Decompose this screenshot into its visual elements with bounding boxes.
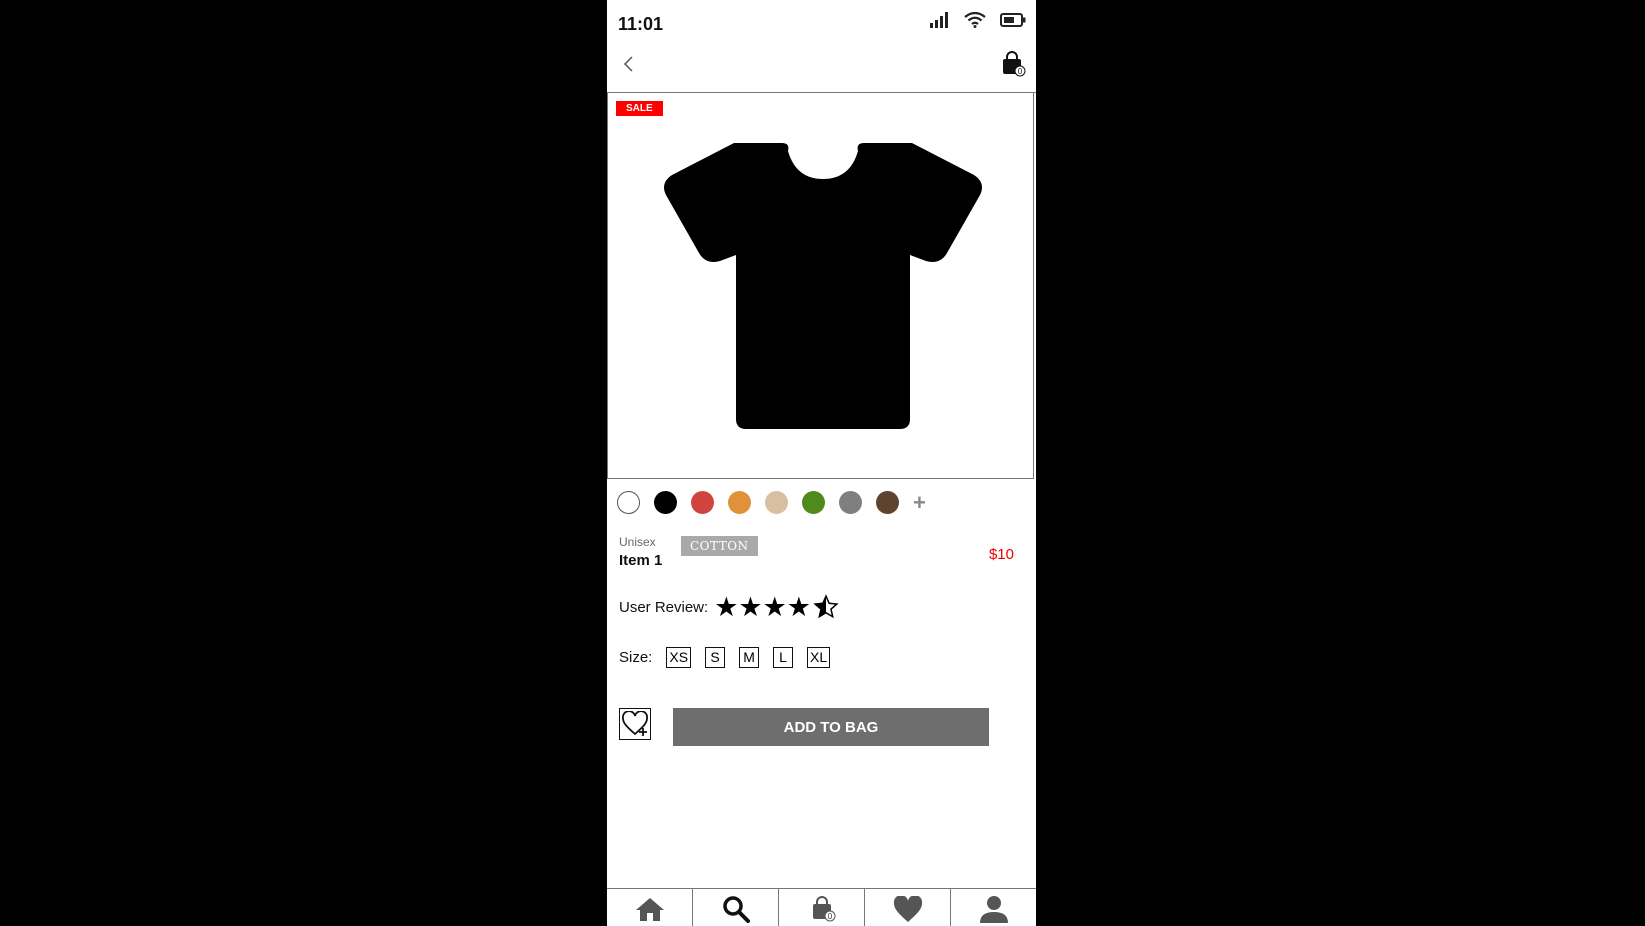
swatch-orange[interactable] (728, 491, 751, 514)
swatch-red[interactable] (691, 491, 714, 514)
status-time: 11:01 (618, 14, 664, 34)
signal-icon (930, 12, 948, 28)
swatch-white[interactable] (617, 491, 640, 514)
product-gender: Unisex (619, 535, 656, 549)
product-image: SALE (607, 92, 1034, 479)
bag-count: 0 (1018, 67, 1023, 76)
size-option-m[interactable]: M (739, 647, 760, 668)
back-button[interactable] (617, 52, 641, 76)
sale-badge: SALE (616, 101, 663, 116)
tab-home[interactable] (607, 889, 693, 926)
material-tag: COTTON (681, 536, 758, 556)
color-swatches: + (617, 491, 926, 514)
size-option-xl[interactable]: XL (807, 647, 831, 668)
swatch-brown[interactable] (876, 491, 899, 514)
bag-icon: 0 (812, 896, 835, 922)
swatch-beige[interactable] (765, 491, 788, 514)
swatch-black[interactable] (654, 491, 677, 514)
heart-icon (893, 895, 922, 922)
tab-profile[interactable] (951, 889, 1036, 926)
tshirt-image (664, 143, 982, 429)
size-option-xs[interactable]: XS (666, 647, 692, 668)
rating-full-stars: ★★★★ (714, 592, 812, 622)
battery-icon (1000, 13, 1026, 27)
size-selector: Size: XS S M L XL (619, 647, 844, 668)
wifi-icon (964, 12, 986, 28)
status-icons (930, 12, 1026, 28)
size-option-l[interactable]: L (773, 647, 794, 668)
rating-stars: ★★★★ (714, 594, 839, 621)
swatch-grey[interactable] (839, 491, 862, 514)
user-icon (979, 896, 1008, 923)
tab-search[interactable] (693, 889, 779, 926)
size-option-s[interactable]: S (705, 647, 726, 668)
phone-screen: 11:01 0 SALE + Unisex Item 1 COTTON $10 … (607, 0, 1036, 926)
bottom-tab-bar: 0 (607, 888, 1036, 926)
home-icon (635, 898, 664, 921)
review-label: User Review: (619, 599, 709, 616)
more-colors-button[interactable]: + (913, 491, 926, 514)
add-to-bag-button[interactable]: ADD TO BAG (673, 708, 989, 746)
product-name: Item 1 (619, 552, 663, 569)
tab-bag[interactable]: 0 (779, 889, 865, 926)
heart-plus-icon (622, 711, 648, 736)
tab-bag-count: 0 (827, 912, 832, 921)
shopping-bag-icon[interactable]: 0 (998, 50, 1026, 78)
add-to-wishlist-button[interactable] (619, 708, 651, 740)
tab-wishlist[interactable] (865, 889, 951, 926)
size-label: Size: (619, 649, 653, 666)
search-icon (722, 896, 750, 923)
swatch-green[interactable] (802, 491, 825, 514)
half-star-icon (813, 594, 839, 619)
user-review: User Review: ★★★★ (619, 594, 839, 621)
product-price: $10 (988, 546, 1014, 563)
